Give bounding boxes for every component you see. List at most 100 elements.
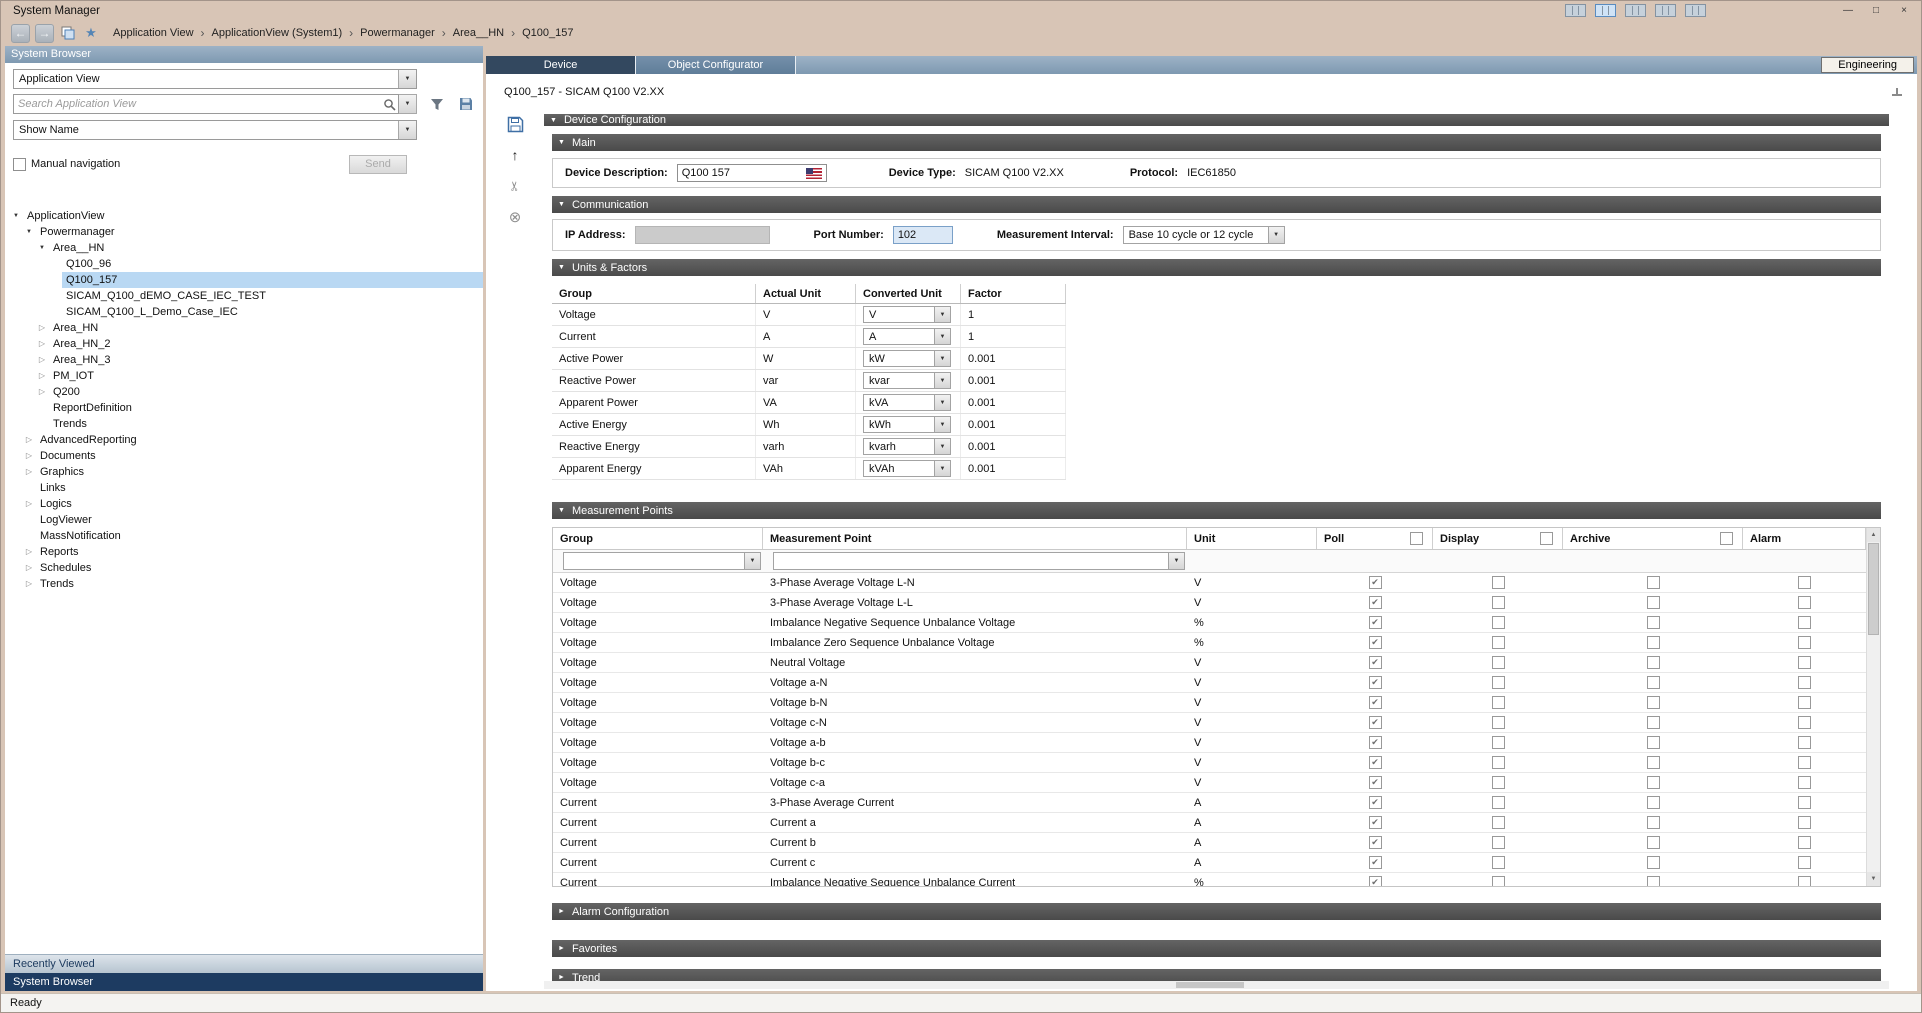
- display-checkbox[interactable]: [1492, 776, 1505, 789]
- poll-checkbox[interactable]: ✔: [1369, 656, 1382, 669]
- measurement-row[interactable]: Voltage3-Phase Average Voltage L-LV✔: [553, 593, 1866, 613]
- tree-collapsed-arrow-icon[interactable]: ▷: [22, 464, 36, 480]
- poll-checkbox[interactable]: ✔: [1369, 796, 1382, 809]
- scroll-up-arrow-icon[interactable]: ▲: [1867, 528, 1880, 542]
- display-checkbox[interactable]: [1492, 696, 1505, 709]
- poll-checkbox[interactable]: ✔: [1369, 596, 1382, 609]
- workspace-layout-icon[interactable]: [1625, 4, 1646, 17]
- tree-item[interactable]: SICAM_Q100_L_Demo_Case_IEC: [5, 304, 483, 320]
- archive-checkbox[interactable]: [1647, 856, 1660, 869]
- display-checkbox[interactable]: [1492, 716, 1505, 729]
- poll-checkbox[interactable]: ✔: [1369, 836, 1382, 849]
- send-button[interactable]: Send: [349, 155, 407, 174]
- alarm-checkbox[interactable]: [1798, 776, 1811, 789]
- alarm-checkbox[interactable]: [1798, 736, 1811, 749]
- scrollbar-thumb[interactable]: [1868, 543, 1879, 635]
- tree-collapsed-arrow-icon[interactable]: ▷: [35, 384, 49, 400]
- measurement-table-scrollbar[interactable]: ▲ ▼: [1866, 528, 1880, 886]
- poll-header-checkbox[interactable]: [1410, 532, 1423, 545]
- tree-item[interactable]: ▷Q200: [5, 384, 483, 400]
- tree-item[interactable]: Trends: [5, 416, 483, 432]
- archive-checkbox[interactable]: [1647, 736, 1660, 749]
- minimize-button[interactable]: —: [1837, 3, 1859, 18]
- dropdown-arrow-icon[interactable]: ▼: [934, 461, 950, 476]
- alarm-checkbox[interactable]: [1798, 676, 1811, 689]
- tree-expanded-arrow-icon[interactable]: ▼: [9, 208, 23, 224]
- save-icon[interactable]: [505, 115, 525, 133]
- maximize-button[interactable]: □: [1865, 3, 1887, 18]
- converted-unit-select[interactable]: kVA▼: [863, 394, 951, 411]
- tree-collapsed-arrow-icon[interactable]: ▷: [35, 336, 49, 352]
- poll-checkbox[interactable]: ✔: [1369, 636, 1382, 649]
- tree-collapsed-arrow-icon[interactable]: ▷: [35, 320, 49, 336]
- poll-checkbox[interactable]: ✔: [1369, 696, 1382, 709]
- tree-item[interactable]: ▷PM_IOT: [5, 368, 483, 384]
- display-mode-select[interactable]: Show Name ▼: [13, 120, 417, 140]
- alarm-checkbox[interactable]: [1798, 816, 1811, 829]
- poll-checkbox[interactable]: ✔: [1369, 576, 1382, 589]
- poll-checkbox[interactable]: ✔: [1369, 736, 1382, 749]
- archive-checkbox[interactable]: [1647, 616, 1660, 629]
- tree-item[interactable]: ▷AdvancedReporting: [5, 432, 483, 448]
- section-device-configuration[interactable]: ▼ Device Configuration: [544, 114, 1889, 126]
- tree-expanded-arrow-icon[interactable]: ▼: [22, 224, 36, 240]
- favorites-star-icon[interactable]: ★: [82, 24, 100, 42]
- section-main[interactable]: ▼ Main: [552, 134, 1881, 151]
- display-checkbox[interactable]: [1492, 616, 1505, 629]
- measurement-point-filter-select[interactable]: ▼: [773, 552, 1185, 570]
- section-measurement-points[interactable]: ▼ Measurement Points: [552, 502, 1881, 519]
- dropdown-arrow-icon[interactable]: ▼: [934, 307, 950, 322]
- dropdown-arrow-icon[interactable]: ▼: [398, 121, 416, 139]
- cut-icon[interactable]: ✂: [506, 176, 524, 196]
- display-checkbox[interactable]: [1492, 676, 1505, 689]
- poll-checkbox[interactable]: ✔: [1369, 716, 1382, 729]
- breadcrumb-item[interactable]: Powermanager: [360, 27, 435, 39]
- archive-header-checkbox[interactable]: [1720, 532, 1733, 545]
- tree-item[interactable]: Q100_157: [5, 272, 483, 288]
- tree-collapsed-arrow-icon[interactable]: ▷: [22, 544, 36, 560]
- dropdown-arrow-icon[interactable]: ▼: [934, 373, 950, 388]
- archive-checkbox[interactable]: [1647, 756, 1660, 769]
- poll-checkbox[interactable]: ✔: [1369, 856, 1382, 869]
- alarm-checkbox[interactable]: [1798, 696, 1811, 709]
- display-checkbox[interactable]: [1492, 856, 1505, 869]
- measurement-row[interactable]: VoltageVoltage b-NV✔: [553, 693, 1866, 713]
- system-browser-bar[interactable]: System Browser: [5, 973, 483, 991]
- converted-unit-select[interactable]: kvar▼: [863, 372, 951, 389]
- alarm-checkbox[interactable]: [1798, 636, 1811, 649]
- display-header-checkbox[interactable]: [1540, 532, 1553, 545]
- archive-checkbox[interactable]: [1647, 796, 1660, 809]
- tree-item[interactable]: SICAM_Q100_dEMO_CASE_IEC_TEST: [5, 288, 483, 304]
- tree-collapsed-arrow-icon[interactable]: ▷: [22, 560, 36, 576]
- tree-item[interactable]: MassNotification: [5, 528, 483, 544]
- tree-item[interactable]: ReportDefinition: [5, 400, 483, 416]
- measurement-interval-select[interactable]: Base 10 cycle or 12 cycle ▼: [1123, 226, 1285, 244]
- alarm-checkbox[interactable]: [1798, 876, 1811, 886]
- display-checkbox[interactable]: [1492, 796, 1505, 809]
- dropdown-arrow-icon[interactable]: ▼: [934, 417, 950, 432]
- display-checkbox[interactable]: [1492, 596, 1505, 609]
- measurement-row[interactable]: CurrentCurrent cA✔: [553, 853, 1866, 873]
- tree-item[interactable]: ▼Powermanager: [5, 224, 483, 240]
- device-description-input[interactable]: Q100 157: [677, 164, 827, 182]
- locale-flag-icon[interactable]: [806, 168, 822, 179]
- tree-item[interactable]: ▷Graphics: [5, 464, 483, 480]
- clone-view-icon[interactable]: [59, 24, 77, 42]
- filter-icon[interactable]: [428, 95, 446, 113]
- forward-button[interactable]: →: [35, 24, 54, 43]
- tree-item[interactable]: ▷Area_HN_2: [5, 336, 483, 352]
- tab-object-configurator[interactable]: Object Configurator: [636, 56, 796, 74]
- archive-checkbox[interactable]: [1647, 816, 1660, 829]
- converted-unit-select[interactable]: kvarh▼: [863, 438, 951, 455]
- tree-collapsed-arrow-icon[interactable]: ▷: [22, 432, 36, 448]
- poll-checkbox[interactable]: ✔: [1369, 816, 1382, 829]
- archive-checkbox[interactable]: [1647, 656, 1660, 669]
- tree-item[interactable]: LogViewer: [5, 512, 483, 528]
- section-alarm-configuration[interactable]: ► Alarm Configuration: [552, 903, 1881, 920]
- measurement-row[interactable]: VoltageVoltage a-bV✔: [553, 733, 1866, 753]
- dropdown-arrow-icon[interactable]: ▼: [934, 351, 950, 366]
- converted-unit-select[interactable]: V▼: [863, 306, 951, 323]
- workspace-layout-icon[interactable]: [1655, 4, 1676, 17]
- measurement-row[interactable]: VoltageVoltage c-aV✔: [553, 773, 1866, 793]
- display-checkbox[interactable]: [1492, 656, 1505, 669]
